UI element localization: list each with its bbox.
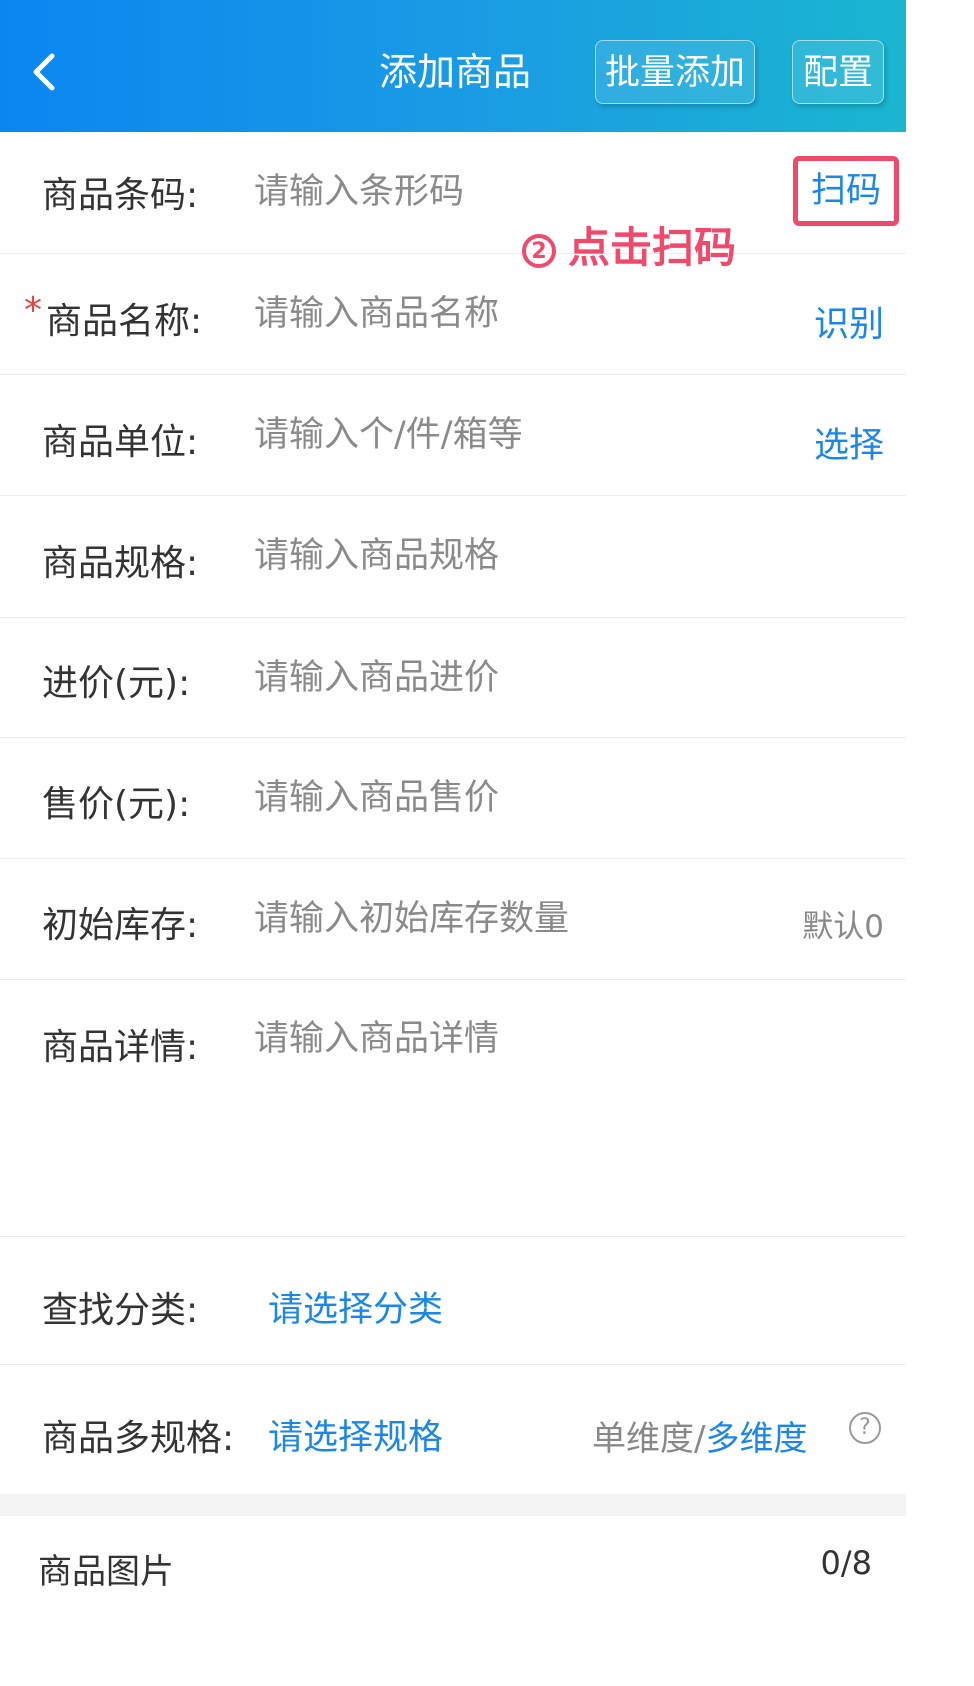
back-arrow-icon[interactable] [28, 50, 68, 94]
select-category-button[interactable]: 请选择分类 [268, 1281, 443, 1332]
purchase-price-label: 进价(元): [42, 663, 191, 704]
spec-row: 商品规格: [0, 496, 906, 618]
barcode-input[interactable] [254, 162, 774, 222]
images-label: 商品图片 [38, 1552, 174, 1592]
unit-input[interactable] [254, 405, 774, 465]
sale-price-label: 售价(元): [42, 784, 191, 825]
select-spec-button[interactable]: 请选择规格 [268, 1409, 443, 1460]
single-dimension-option[interactable]: 单维度/ [592, 1419, 705, 1459]
help-icon[interactable]: ? [849, 1412, 881, 1444]
app-header: 添加商品 批量添加 配置 [0, 0, 906, 132]
category-row: 查找分类: 请选择分类 [0, 1237, 906, 1365]
stock-default-hint: 默认0 [802, 909, 884, 945]
detail-label: 商品详情: [42, 1027, 199, 1068]
images-count: 0/8 [820, 1544, 873, 1582]
sale-price-row: 售价(元): [0, 738, 906, 859]
purchase-price-input[interactable] [254, 648, 774, 708]
spec-input[interactable] [254, 526, 774, 586]
page-title: 添加商品 [378, 50, 531, 94]
sale-price-input[interactable] [254, 768, 774, 828]
initial-stock-label: 初始库存: [42, 905, 199, 946]
name-row: * 商品名称: 识别 [0, 254, 906, 375]
batch-add-button[interactable]: 批量添加 [595, 40, 755, 104]
initial-stock-input[interactable] [254, 889, 774, 949]
unit-label: 商品单位: [42, 422, 199, 463]
dimension-toggle: 单维度/多维度 [592, 1411, 807, 1460]
section-divider [0, 1494, 906, 1516]
unit-row: 商品单位: 选择 [0, 375, 906, 496]
initial-stock-row: 初始库存: 默认0 [0, 859, 906, 980]
multi-dimension-option[interactable]: 多维度 [705, 1419, 807, 1459]
barcode-row: 商品条码: [0, 132, 906, 254]
select-unit-button[interactable]: 选择 [814, 417, 884, 468]
name-input[interactable] [254, 284, 774, 344]
barcode-label: 商品条码: [42, 175, 199, 216]
name-label: 商品名称: [46, 301, 203, 342]
recognize-button[interactable]: 识别 [814, 296, 884, 347]
scan-button[interactable]: 扫码 [793, 156, 899, 226]
spec-label: 商品规格: [42, 543, 199, 584]
multi-spec-row: 商品多规格: 请选择规格 单维度/多维度 [0, 1365, 906, 1494]
config-button[interactable]: 配置 [792, 40, 884, 104]
required-mark: * [24, 290, 42, 331]
detail-textarea[interactable] [254, 1016, 774, 1186]
detail-row: 商品详情: [0, 980, 906, 1237]
images-row: 商品图片 0/8 [0, 1516, 906, 1592]
multi-spec-label: 商品多规格: [42, 1418, 235, 1459]
category-label: 查找分类: [42, 1290, 199, 1331]
purchase-price-row: 进价(元): [0, 618, 906, 738]
